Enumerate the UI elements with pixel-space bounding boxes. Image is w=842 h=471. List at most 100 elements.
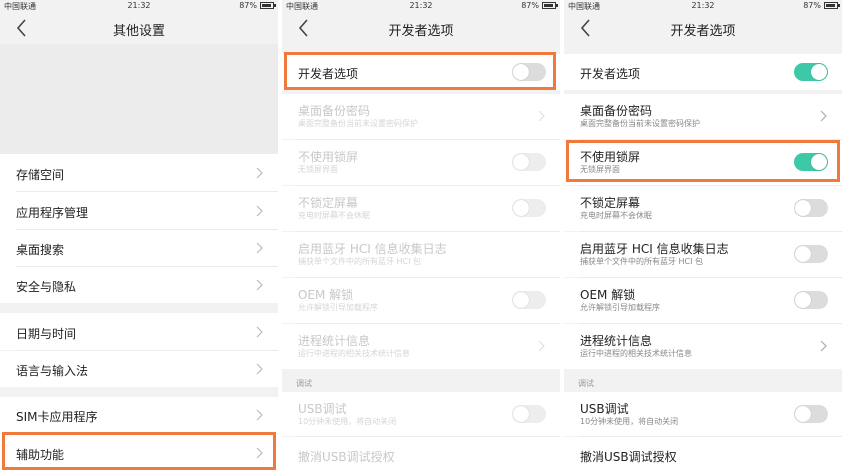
toggle-knob xyxy=(811,64,827,80)
clock: 21:32 xyxy=(127,1,151,10)
setting-revoke-usb-auth[interactable]: 撤消USB调试授权 xyxy=(564,437,842,471)
menu-item-label: 语言与输入法 xyxy=(16,364,89,378)
menu-item-language-input[interactable]: 语言与输入法 xyxy=(0,351,278,387)
clock: 21:32 xyxy=(691,1,715,10)
battery-icon xyxy=(260,2,276,9)
setting-stay-awake[interactable]: 不锁定屏幕 充电时屏幕不会休眠 xyxy=(564,186,842,231)
setting-description: 允许解锁引导加载程序 xyxy=(298,303,378,312)
developer-options-toggle[interactable] xyxy=(512,63,546,81)
chevron-right-icon xyxy=(256,242,263,254)
menu-item-storage[interactable]: 存储空间 xyxy=(0,154,278,191)
menu-item-label: 辅助功能 xyxy=(16,448,65,462)
usb-debugging-toggle[interactable] xyxy=(794,405,828,423)
setting-label: 进程统计信息 xyxy=(580,334,653,348)
setting-usb-debugging[interactable]: USB调试 10分钟未使用，将自动关闭 xyxy=(564,392,842,436)
developer-options-toggle[interactable] xyxy=(794,63,828,81)
setting-desktop-backup-password[interactable]: 桌面备份密码 桌面完整备份当前未设置密码保护 xyxy=(282,94,560,139)
menu-item-label: 安全与隐私 xyxy=(16,280,77,294)
toggle-knob xyxy=(513,64,529,80)
menu-item-date-time[interactable]: 日期与时间 xyxy=(0,313,278,350)
developer-options-master-row[interactable]: 开发者选项 xyxy=(564,54,842,90)
setting-description: 运行中进程的相关技术统计信息 xyxy=(580,349,692,358)
setting-label: 不使用锁屏 xyxy=(580,150,641,164)
toggle-knob xyxy=(795,406,811,422)
no-lock-screen-toggle[interactable] xyxy=(794,153,828,171)
setting-label: 撤消USB调试授权 xyxy=(298,450,395,464)
page-title: 其他设置 xyxy=(112,24,165,39)
setting-description: 运行中进程的相关技术统计信息 xyxy=(298,349,410,358)
setting-no-lock-screen[interactable]: 不使用锁屏 无锁屏界面 xyxy=(564,140,842,185)
menu-item-sim-apps[interactable]: SIM卡应用程序 xyxy=(0,397,278,433)
setting-process-stats[interactable]: 进程统计信息 运行中进程的相关技术统计信息 xyxy=(282,324,560,369)
toggle-knob xyxy=(795,246,811,262)
chevron-right-icon xyxy=(256,447,263,459)
menu-item-label: 存储空间 xyxy=(16,168,65,182)
setting-desktop-backup-password[interactable]: 桌面备份密码 桌面完整备份当前未设置密码保护 xyxy=(564,94,842,139)
setting-bluetooth-hci-log[interactable]: 启用蓝牙 HCI 信息收集日志 捕获单个文件中的所有蓝牙 HCI 包 xyxy=(564,232,842,277)
menu-item-label: 日期与时间 xyxy=(16,327,77,341)
section-header-debugging: 调试 xyxy=(296,379,312,388)
setting-process-stats[interactable]: 进程统计信息 运行中进程的相关技术统计信息 xyxy=(564,324,842,369)
setting-label: OEM 解锁 xyxy=(298,288,354,302)
setting-oem-unlock[interactable]: OEM 解锁 允许解锁引导加载程序 xyxy=(282,278,560,323)
setting-label: USB调试 xyxy=(298,402,347,416)
setting-label: 不使用锁屏 xyxy=(298,150,359,164)
menu-item-label: 应用程序管理 xyxy=(16,206,89,220)
oem-unlock-toggle[interactable] xyxy=(512,291,546,309)
setting-oem-unlock[interactable]: OEM 解锁 允许解锁引导加载程序 xyxy=(564,278,842,323)
setting-description: 10分钟未使用，将自动关闭 xyxy=(580,417,679,426)
setting-bluetooth-hci-log[interactable]: 启用蓝牙 HCI 信息收集日志 捕获单个文件中的所有蓝牙 HCI 包 xyxy=(282,232,560,277)
section-header-debugging: 调试 xyxy=(578,379,594,388)
menu-item-security-privacy[interactable]: 安全与隐私 xyxy=(0,267,278,303)
chevron-right-icon xyxy=(256,409,263,421)
setting-description: 充电时屏幕不会休眠 xyxy=(298,211,370,220)
setting-label: 桌面备份密码 xyxy=(580,104,653,118)
setting-description: 充电时屏幕不会休眠 xyxy=(580,211,652,220)
stay-awake-toggle[interactable] xyxy=(512,199,546,217)
oem-unlock-toggle[interactable] xyxy=(794,291,828,309)
battery: 87% xyxy=(521,1,558,10)
menu-item-app-management[interactable]: 应用程序管理 xyxy=(0,192,278,229)
setting-label: 桌面备份密码 xyxy=(298,104,371,118)
chevron-right-icon xyxy=(256,205,263,217)
status-bar: 中国联通 21:32 87% xyxy=(282,0,560,12)
toggle-knob xyxy=(513,200,529,216)
menu-item-desktop-search[interactable]: 桌面搜索 xyxy=(0,230,278,266)
status-bar: 中国联通 21:32 87% xyxy=(0,0,278,12)
toggle-knob xyxy=(513,406,529,422)
page-title: 开发者选项 xyxy=(670,24,736,39)
blank-area xyxy=(0,44,278,154)
toggle-knob xyxy=(811,154,827,170)
setting-label: 开发者选项 xyxy=(298,67,359,81)
clock: 21:32 xyxy=(409,1,433,10)
bluetooth-hci-log-toggle[interactable] xyxy=(794,245,828,263)
setting-label: USB调试 xyxy=(580,402,629,416)
menu-item-accessibility[interactable]: 辅助功能 xyxy=(0,434,278,471)
setting-usb-debugging[interactable]: USB调试 10分钟未使用，将自动关闭 xyxy=(282,392,560,436)
setting-description: 捕获单个文件中的所有蓝牙 HCI 包 xyxy=(580,257,704,266)
developer-options-master-row[interactable]: 开发者选项 xyxy=(282,54,560,90)
battery-icon xyxy=(542,2,558,9)
menu-item-label: 桌面搜索 xyxy=(16,243,65,257)
no-lock-screen-toggle[interactable] xyxy=(512,153,546,171)
setting-label: 启用蓝牙 HCI 信息收集日志 xyxy=(298,242,447,256)
setting-stay-awake[interactable]: 不锁定屏幕 充电时屏幕不会休眠 xyxy=(282,186,560,231)
setting-revoke-usb-auth[interactable]: 撤消USB调试授权 xyxy=(282,437,560,471)
setting-label: 进程统计信息 xyxy=(298,334,371,348)
battery: 87% xyxy=(239,1,276,10)
developer-options-off-screen: 中国联通 21:32 87% 开发者选项 开发者选项 桌面备份密码 桌面完整备份… xyxy=(282,0,560,471)
setting-description: 无锁屏界面 xyxy=(298,165,338,174)
chevron-right-icon xyxy=(820,110,827,122)
battery-level xyxy=(544,4,553,7)
battery-icon xyxy=(824,2,840,9)
stay-awake-toggle[interactable] xyxy=(794,199,828,217)
toggle-knob xyxy=(513,154,529,170)
battery-level xyxy=(262,4,271,7)
other-settings-screen: 中国联通 21:32 87% 其他设置 存储空间 应用程序管理 桌面搜索 安全与… xyxy=(0,0,278,471)
usb-debugging-toggle[interactable] xyxy=(512,405,546,423)
setting-label: 启用蓝牙 HCI 信息收集日志 xyxy=(580,242,729,256)
chevron-right-icon xyxy=(538,340,545,352)
header: 开发者选项 xyxy=(564,12,842,44)
setting-no-lock-screen[interactable]: 不使用锁屏 无锁屏界面 xyxy=(282,140,560,185)
setting-description: 桌面完整备份当前未设置密码保护 xyxy=(580,119,700,128)
